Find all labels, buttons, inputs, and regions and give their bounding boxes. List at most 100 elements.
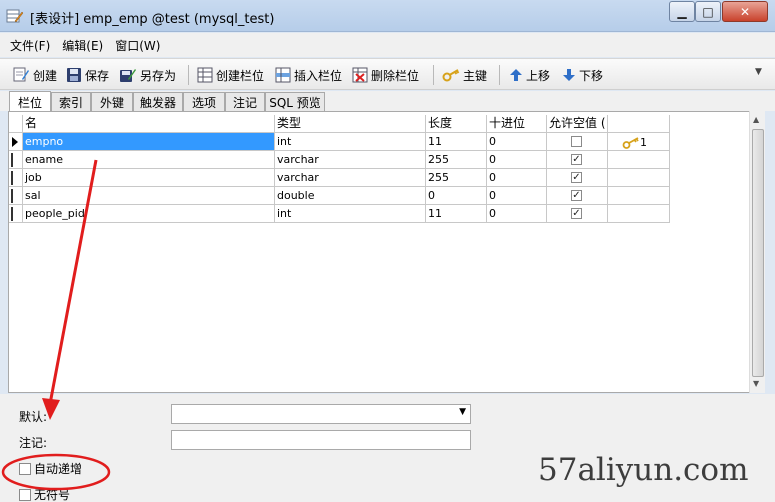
column-header-name[interactable]: 名 xyxy=(23,115,275,133)
chevron-down-icon[interactable]: ▼ xyxy=(459,407,466,417)
column-header-decimals[interactable]: 十进位 xyxy=(487,115,547,133)
field-nullable-cell[interactable]: ✓ xyxy=(547,151,608,169)
table-row[interactable]: empno int 11 0 1 xyxy=(9,133,670,151)
field-length-cell[interactable]: 11 xyxy=(426,205,487,223)
move-down-button[interactable]: 下移 xyxy=(562,66,603,84)
field-length-cell[interactable]: 255 xyxy=(426,151,487,169)
column-header-length[interactable]: 长度 xyxy=(426,115,487,133)
default-select[interactable]: ▼ xyxy=(171,404,471,424)
field-name-cell[interactable]: ename xyxy=(23,151,275,169)
field-nullable-cell[interactable] xyxy=(547,133,608,151)
tab-comments[interactable]: 注记 xyxy=(225,92,265,111)
grid-vertical-scrollbar[interactable]: ▲ ▼ xyxy=(749,111,765,393)
row-selector[interactable] xyxy=(9,151,23,169)
field-decimals-cell[interactable]: 0 xyxy=(487,151,547,169)
insert-field-button[interactable]: 插入栏位 xyxy=(275,66,342,84)
move-up-button[interactable]: 上移 xyxy=(509,66,550,84)
row-header-corner xyxy=(9,115,23,133)
field-name-cell[interactable]: job xyxy=(23,169,275,187)
nullable-checkbox[interactable]: ✓ xyxy=(571,172,582,183)
save-as-button[interactable]: 另存为 xyxy=(119,66,176,84)
nullable-checkbox[interactable] xyxy=(571,136,582,147)
field-type-cell[interactable]: double xyxy=(275,187,426,205)
row-selector[interactable] xyxy=(9,169,23,187)
comment-field[interactable] xyxy=(171,430,471,450)
unsigned-label: 无符号 xyxy=(34,488,71,502)
row-selector[interactable] xyxy=(9,133,23,151)
unsigned-box[interactable] xyxy=(19,488,31,501)
nullable-checkbox[interactable]: ✓ xyxy=(571,208,582,219)
create-label: 创建 xyxy=(33,68,58,83)
column-header-type[interactable]: 类型 xyxy=(275,115,426,133)
row-selector[interactable] xyxy=(9,187,23,205)
field-type-cell[interactable]: int xyxy=(275,133,426,151)
window-title: [表设计] emp_emp @test (mysql_test) xyxy=(30,12,275,27)
tab-foreign-keys[interactable]: 外键 xyxy=(91,92,133,111)
field-key-cell[interactable] xyxy=(608,187,670,205)
row-selector[interactable] xyxy=(9,205,23,223)
field-name-cell[interactable]: empno xyxy=(23,133,275,151)
unsigned-checkbox[interactable]: 无符号 xyxy=(19,486,70,502)
table-row[interactable]: sal double 0 0 ✓ xyxy=(9,187,670,205)
field-type-cell[interactable]: varchar xyxy=(275,169,426,187)
tab-options[interactable]: 选项 xyxy=(183,92,225,111)
tab-indexes[interactable]: 索引 xyxy=(51,92,91,111)
delete-field-button[interactable]: 删除栏位 xyxy=(352,66,419,84)
field-nullable-cell[interactable]: ✓ xyxy=(547,169,608,187)
field-key-cell[interactable]: 1 xyxy=(608,133,670,151)
table-row[interactable]: people_pid int 11 0 ✓ xyxy=(9,205,670,223)
toolbar-overflow-chevron-icon[interactable]: ▼ xyxy=(755,67,769,85)
field-key-cell[interactable] xyxy=(608,205,670,223)
field-decimals-cell[interactable]: 0 xyxy=(487,187,547,205)
create-button[interactable]: 创建 xyxy=(12,66,57,84)
column-header-key[interactable] xyxy=(608,115,670,133)
field-type-cell[interactable]: int xyxy=(275,205,426,223)
menu-edit[interactable]: 编辑(E) xyxy=(62,37,103,54)
save-button[interactable]: 保存 xyxy=(66,66,109,84)
column-header-nullable[interactable]: 允许空值 ( xyxy=(547,115,608,133)
field-name-cell[interactable]: people_pid xyxy=(23,205,275,223)
tab-sql-preview[interactable]: SQL 预览 xyxy=(265,92,325,111)
field-type-cell[interactable]: varchar xyxy=(275,151,426,169)
field-name-cell[interactable]: sal xyxy=(23,187,275,205)
auto-increment-box[interactable] xyxy=(19,462,31,475)
tab-triggers[interactable]: 触发器 xyxy=(133,92,183,111)
create-field-icon xyxy=(197,67,213,83)
menu-file[interactable]: 文件(F) xyxy=(10,37,50,54)
auto-increment-checkbox[interactable]: 自动递增 xyxy=(19,460,82,477)
scroll-up-icon[interactable]: ▲ xyxy=(753,115,759,124)
table-row[interactable]: ename varchar 255 0 ✓ xyxy=(9,151,670,169)
field-key-cell[interactable] xyxy=(608,169,670,187)
field-length-cell[interactable]: 11 xyxy=(426,133,487,151)
arrow-up-icon xyxy=(510,69,522,81)
close-button[interactable]: ✕ xyxy=(722,1,768,22)
watermark: 57aliyun.com xyxy=(538,452,749,488)
table-row[interactable]: job varchar 255 0 ✓ xyxy=(9,169,670,187)
create-field-button[interactable]: 创建栏位 xyxy=(197,66,264,84)
minimize-button[interactable]: ▁ xyxy=(669,1,695,22)
field-decimals-cell[interactable]: 0 xyxy=(487,133,547,151)
field-length-cell[interactable]: 0 xyxy=(426,187,487,205)
tab-fields[interactable]: 栏位 xyxy=(9,91,51,112)
maximize-button[interactable]: □ xyxy=(695,1,721,22)
nullable-checkbox[interactable]: ✓ xyxy=(571,190,582,201)
field-key-cell[interactable] xyxy=(608,151,670,169)
scroll-down-icon[interactable]: ▼ xyxy=(753,379,759,388)
fields-grid: 名 类型 长度 十进位 允许空值 ( empno int 11 0 1 enam… xyxy=(8,111,765,393)
field-length-cell[interactable]: 255 xyxy=(426,169,487,187)
primary-key-label: 主键 xyxy=(463,68,488,83)
table-design-icon xyxy=(6,7,24,25)
menu-window[interactable]: 窗口(W) xyxy=(115,37,160,54)
field-decimals-cell[interactable]: 0 xyxy=(487,205,547,223)
tab-strip: 栏位 索引 外键 触发器 选项 注记 SQL 预览 xyxy=(0,91,775,112)
nullable-checkbox[interactable]: ✓ xyxy=(571,154,582,165)
menu-bar: 文件(F) 编辑(E) 窗口(W) xyxy=(0,33,775,57)
move-up-label: 上移 xyxy=(526,68,551,83)
scrollbar-thumb[interactable] xyxy=(752,129,764,377)
field-nullable-cell[interactable]: ✓ xyxy=(547,187,608,205)
move-down-label: 下移 xyxy=(579,68,604,83)
field-decimals-cell[interactable]: 0 xyxy=(487,169,547,187)
auto-increment-label: 自动递增 xyxy=(34,462,83,476)
primary-key-button[interactable]: 主键 xyxy=(442,66,487,84)
field-nullable-cell[interactable]: ✓ xyxy=(547,205,608,223)
